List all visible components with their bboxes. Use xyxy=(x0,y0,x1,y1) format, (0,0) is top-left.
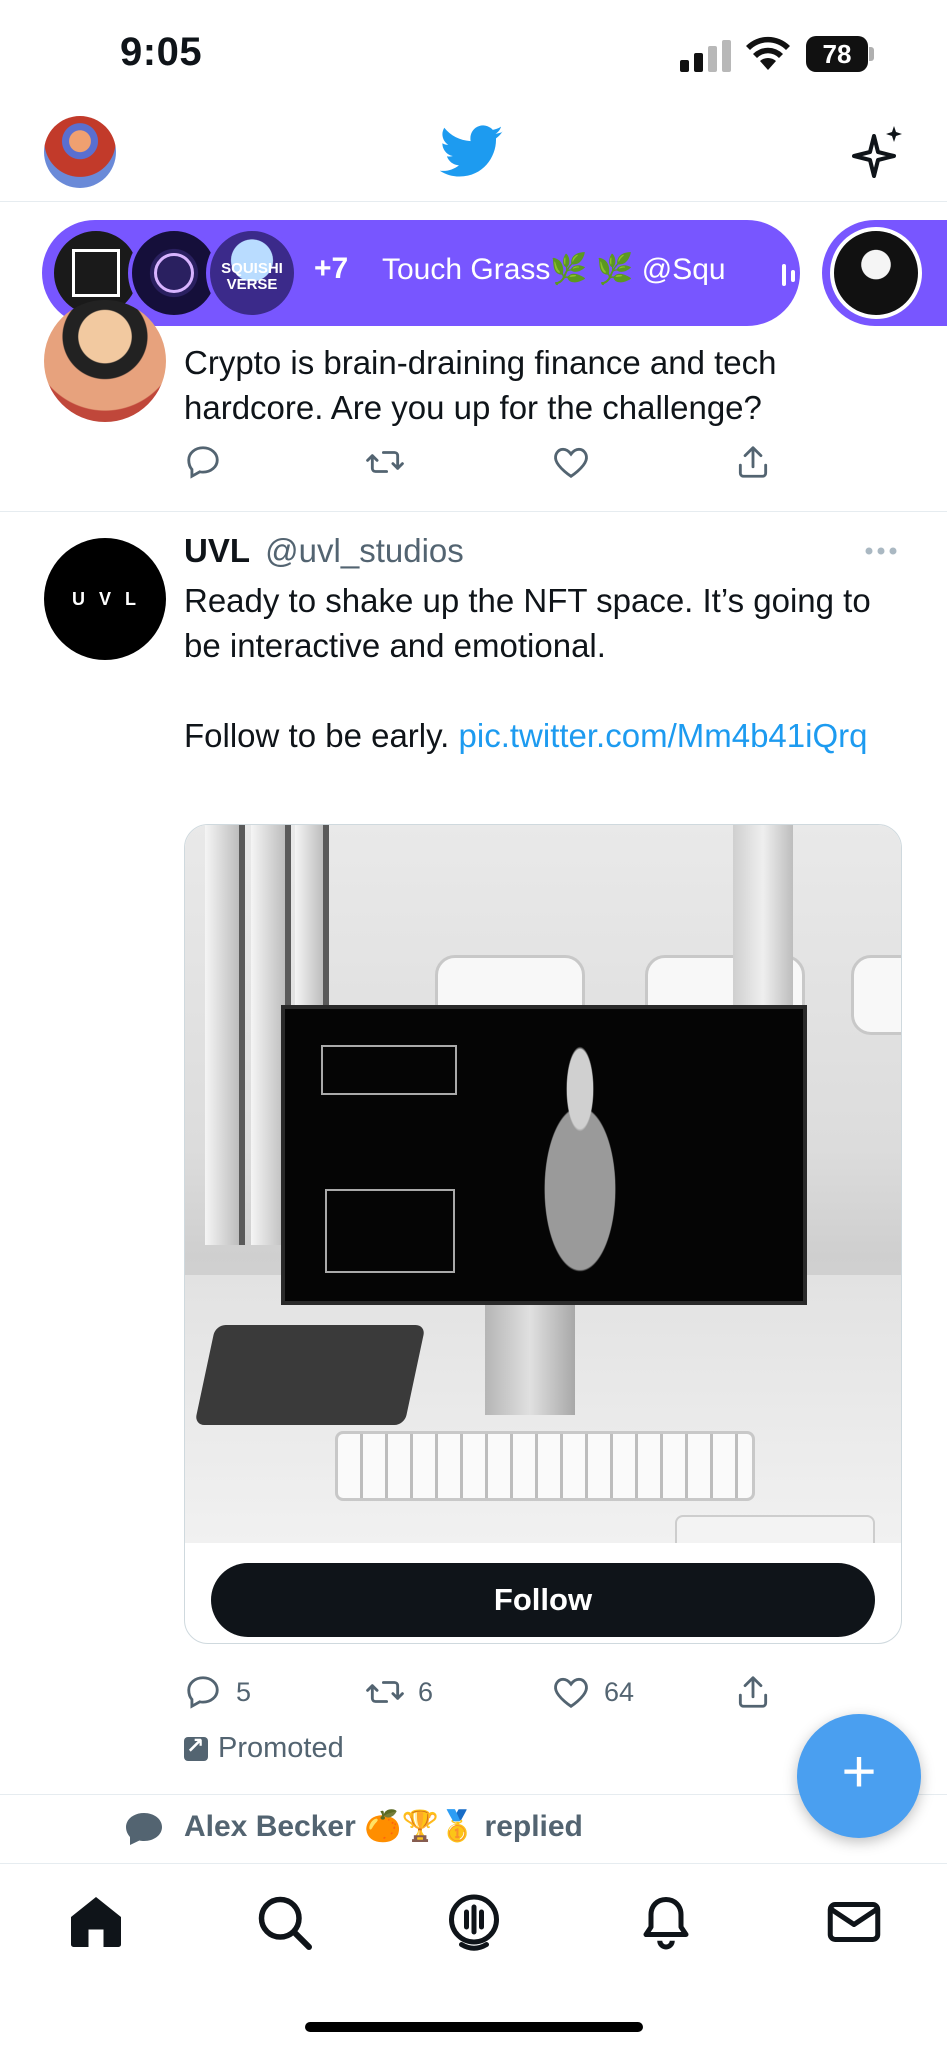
battery-icon: 78 xyxy=(806,36,874,72)
heart-icon xyxy=(554,1677,588,1708)
space-host-avatar: SQUISHI VERSE xyxy=(206,227,298,319)
monitor-figure xyxy=(515,1039,645,1289)
space-listener-count: +7 xyxy=(314,252,349,285)
retweet-button[interactable]: 6 xyxy=(366,1670,433,1714)
space-pill-secondary[interactable] xyxy=(822,220,947,326)
sparkle-icon[interactable] xyxy=(852,124,904,180)
battery-tip xyxy=(869,47,874,61)
reply-button[interactable]: 5 xyxy=(184,1670,251,1714)
tweet-text: Ready to shake up the NFT space. It’s go… xyxy=(184,578,904,758)
author-avatar[interactable]: UVL xyxy=(44,538,166,660)
compose-tweet-button[interactable]: + xyxy=(797,1714,921,1838)
squishiverse-logo-text: SQUISHI VERSE xyxy=(221,260,283,293)
share-icon xyxy=(738,446,768,478)
status-bar: 9:05 78 xyxy=(0,0,947,110)
tweet-text-span: Follow to be early. xyxy=(184,717,450,754)
promoted-text: Promoted xyxy=(218,1732,344,1764)
trackpad xyxy=(675,1515,875,1543)
author-avatar[interactable] xyxy=(44,300,166,422)
monitor-stand xyxy=(485,1305,575,1415)
audio-wave-icon xyxy=(782,264,795,286)
tweet-header: UVL @uvl_studios xyxy=(184,532,464,570)
tweet-paragraph: Ready to shake up the NFT space. It’s go… xyxy=(184,582,871,664)
profile-avatar[interactable] xyxy=(44,116,116,188)
monitor xyxy=(281,1005,807,1305)
search-icon[interactable] xyxy=(254,1892,314,1952)
media-card[interactable]: Follow xyxy=(184,824,902,1644)
author-handle[interactable]: @uvl_studios xyxy=(265,532,464,569)
reply-icon xyxy=(187,446,219,479)
like-button[interactable]: 64 xyxy=(552,1670,634,1714)
like-button[interactable] xyxy=(552,440,590,484)
reply-icon xyxy=(187,1676,219,1709)
status-time: 9:05 xyxy=(120,30,203,74)
home-icon[interactable] xyxy=(66,1892,126,1952)
tweet-actions: 5 6 64 xyxy=(184,1670,804,1714)
reply-bubble-icon xyxy=(126,1813,162,1845)
space-title: Touch Grass🌿 🌿 @Squ xyxy=(382,253,726,286)
tweet-image[interactable] xyxy=(185,825,901,1543)
messages-envelope-icon[interactable] xyxy=(824,1892,884,1952)
like-count: 64 xyxy=(604,1676,635,1707)
maze-logo-icon xyxy=(72,249,120,297)
follow-button[interactable]: Follow xyxy=(211,1563,875,1637)
share-icon xyxy=(738,1676,768,1708)
tweet-text: Crypto is brain-draining finance and tec… xyxy=(184,344,777,426)
window xyxy=(205,825,245,1245)
bottom-tab-bar xyxy=(0,1863,947,2048)
keyboard xyxy=(335,1431,755,1501)
heart-icon xyxy=(554,447,588,478)
twitter-bird-icon[interactable] xyxy=(440,124,504,180)
tweet-link[interactable]: pic.twitter.com/Mm4b41iQrq xyxy=(459,717,868,754)
share-button[interactable] xyxy=(734,1670,772,1714)
cellular-signal-icon xyxy=(680,40,731,72)
more-options-icon[interactable] xyxy=(864,546,898,556)
spaces-icon[interactable] xyxy=(444,1892,504,1952)
notifications-bell-icon[interactable] xyxy=(636,1892,696,1952)
promoted-tweet[interactable]: UVL UVL @uvl_studios Ready to shake up t… xyxy=(0,512,947,1795)
reply-button[interactable] xyxy=(184,440,222,484)
share-button[interactable] xyxy=(734,440,772,484)
top-navigation xyxy=(0,110,947,202)
retweet-count: 6 xyxy=(418,1676,434,1707)
retweet-icon xyxy=(366,1681,404,1703)
retweet-button[interactable] xyxy=(366,440,404,484)
tweet[interactable]: Crypto is brain-draining finance and tec… xyxy=(0,300,947,512)
retweet-icon xyxy=(366,451,404,473)
monitor-panel xyxy=(325,1189,455,1273)
home-indicator xyxy=(305,2022,643,2032)
ring-logo-icon xyxy=(154,253,194,293)
laptop xyxy=(194,1325,426,1425)
reply-count: 5 xyxy=(236,1676,252,1707)
monitor-panel xyxy=(321,1045,457,1095)
tweet-paragraph: Follow to be early. pic.twitter.com/Mm4b… xyxy=(184,713,904,758)
author-name[interactable]: UVL xyxy=(184,532,250,569)
replied-text: Alex Becker 🍊🏆🥇 replied xyxy=(184,1810,583,1843)
tweet-actions xyxy=(184,440,804,484)
space-host-avatar xyxy=(830,227,922,319)
space-pill[interactable]: SQUISHI VERSE +7 Touch Grass🌿 🌿 @Squ xyxy=(42,220,800,326)
wall-shelf xyxy=(851,955,901,1035)
promoted-label: Promoted xyxy=(184,1732,344,1765)
wifi-icon xyxy=(746,36,790,70)
battery-level: 78 xyxy=(806,36,868,72)
promoted-icon xyxy=(184,1733,208,1761)
